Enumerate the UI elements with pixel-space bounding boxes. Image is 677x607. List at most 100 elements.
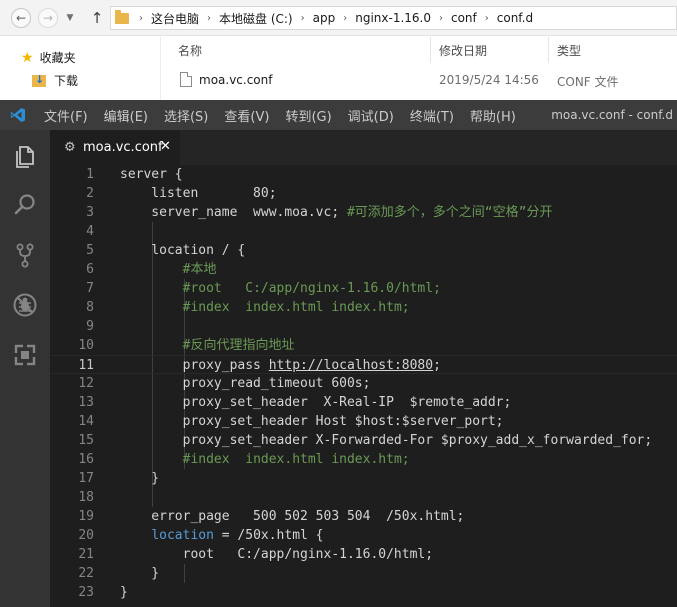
menu-debug[interactable]: 调试(D) bbox=[340, 106, 402, 125]
code-line[interactable]: 3 server_name www.moa.vc; #可添加多个，多个之间“空格… bbox=[50, 203, 677, 222]
explorer-navigation-bar: ← → ▼ ↑ › 这台电脑 › 本地磁盘 (C:) › app › nginx… bbox=[0, 0, 677, 36]
editor-tab-bar: ⚙ moa.vc.conf ✕ bbox=[50, 130, 677, 165]
folder-icon bbox=[115, 9, 129, 24]
star-icon: ★ bbox=[21, 49, 34, 66]
breadcrumb-chevron-icon[interactable]: › bbox=[201, 13, 217, 24]
code-line[interactable]: 16 #index index.html index.htm; bbox=[50, 450, 677, 469]
code-token: root C:/app/nginx-1.16.0/html; bbox=[120, 547, 434, 562]
column-header-name[interactable]: 名称 bbox=[161, 37, 431, 63]
code-line[interactable]: 15 proxy_set_header X-Forwarded-For $pro… bbox=[50, 431, 677, 450]
menu-go[interactable]: 转到(G) bbox=[277, 106, 339, 125]
code-line[interactable]: 1 server { bbox=[50, 165, 677, 184]
code-line[interactable]: 7 #root C:/app/nginx-1.16.0/html; bbox=[50, 279, 677, 298]
code-line[interactable]: 20 location = /50x.html { bbox=[50, 526, 677, 545]
line-number: 16 bbox=[78, 452, 94, 467]
code-line[interactable]: 12 proxy_read_timeout 600s; bbox=[50, 374, 677, 393]
menu-terminal[interactable]: 终端(T) bbox=[402, 106, 462, 125]
code-token: = /50x.html { bbox=[213, 528, 324, 543]
code-comment: #可添加多个，多个之间“空格”分开 bbox=[346, 205, 553, 220]
debug-no-bug-icon[interactable] bbox=[11, 291, 39, 319]
tab-label: moa.vc.conf bbox=[83, 140, 163, 155]
breadcrumb-nginx[interactable]: nginx-1.16.0 bbox=[353, 11, 433, 25]
code-token: location bbox=[151, 528, 214, 543]
sidebar-item-label: 收藏夹 bbox=[39, 51, 76, 65]
code-line[interactable]: 13 proxy_set_header X-Real-IP $remote_ad… bbox=[50, 393, 677, 412]
code-text: #root C:/app/nginx-1.16.0/html; bbox=[120, 279, 441, 298]
breadcrumb-conf[interactable]: conf bbox=[449, 11, 479, 25]
code-line[interactable]: 11 proxy_pass http://localhost:8080; bbox=[50, 355, 677, 374]
column-header-date[interactable]: 修改日期 bbox=[431, 37, 549, 63]
line-number: 20 bbox=[78, 528, 94, 543]
activity-bar bbox=[0, 130, 50, 607]
code-link[interactable]: http://localhost:8080 bbox=[269, 358, 433, 373]
code-line[interactable]: 22 } bbox=[50, 564, 677, 583]
line-number: 3 bbox=[86, 205, 94, 220]
code-text: server_name www.moa.vc; #可添加多个，多个之间“空格”分… bbox=[120, 203, 552, 222]
source-control-icon[interactable] bbox=[11, 241, 39, 269]
code-line[interactable]: 2 listen 80; bbox=[50, 184, 677, 203]
menu-help[interactable]: 帮助(H) bbox=[462, 106, 524, 125]
code-text: listen 80; bbox=[120, 184, 276, 203]
breadcrumb-conf-d[interactable]: conf.d bbox=[495, 11, 535, 25]
code-text: } bbox=[120, 469, 159, 488]
back-arrow-icon[interactable]: ← bbox=[11, 8, 31, 28]
code-text: error_page 500 502 503 504 /50x.html; bbox=[120, 507, 464, 526]
line-number: 22 bbox=[78, 566, 94, 581]
code-text: location / { bbox=[120, 241, 245, 260]
up-arrow-icon[interactable]: ↑ bbox=[88, 8, 106, 28]
downloads-folder-icon bbox=[32, 73, 46, 87]
code-line[interactable]: 6 #本地 bbox=[50, 260, 677, 279]
line-number: 8 bbox=[86, 300, 94, 315]
breadcrumb-chevron-icon[interactable]: › bbox=[295, 13, 311, 24]
menu-edit[interactable]: 编辑(E) bbox=[96, 106, 156, 125]
breadcrumb-local-disk[interactable]: 本地磁盘 (C:) bbox=[217, 10, 295, 27]
line-number: 6 bbox=[86, 262, 94, 277]
code-text: proxy_set_header Host $host:$server_port… bbox=[120, 412, 504, 431]
breadcrumb-this-pc[interactable]: 这台电脑 bbox=[149, 10, 201, 27]
code-token: proxy_pass bbox=[120, 358, 269, 373]
code-line[interactable]: 10 #反向代理指向地址 bbox=[50, 336, 677, 355]
tab-moa-vc-conf[interactable]: ⚙ moa.vc.conf ✕ bbox=[50, 130, 180, 165]
close-icon[interactable]: ✕ bbox=[160, 139, 171, 154]
forward-arrow-icon[interactable]: → bbox=[38, 8, 58, 28]
line-number: 7 bbox=[86, 281, 94, 296]
code-line[interactable]: 21 root C:/app/nginx-1.16.0/html; bbox=[50, 545, 677, 564]
code-line[interactable]: 8 #index index.html index.htm; bbox=[50, 298, 677, 317]
code-editor[interactable]: 1 server {2 listen 80; 3 server_name www.m… bbox=[50, 165, 677, 607]
code-token: server { bbox=[120, 167, 183, 182]
sidebar-item-favorites[interactable]: ★ 收藏夹 bbox=[21, 49, 76, 66]
code-line[interactable]: 18 bbox=[50, 488, 677, 507]
recent-locations-chevron-down-icon[interactable]: ▼ bbox=[63, 11, 77, 25]
code-line[interactable]: 5 location / { bbox=[50, 241, 677, 260]
code-line[interactable]: 9 bbox=[50, 317, 677, 336]
breadcrumb-chevron-icon[interactable]: › bbox=[337, 13, 353, 24]
gear-icon: ⚙ bbox=[64, 140, 76, 155]
line-number: 14 bbox=[78, 414, 94, 429]
extensions-icon[interactable] bbox=[11, 341, 39, 369]
code-line[interactable]: 17 } bbox=[50, 469, 677, 488]
menu-selection[interactable]: 选择(S) bbox=[156, 106, 216, 125]
column-header-type[interactable]: 类型 bbox=[549, 37, 677, 63]
sidebar-item-downloads[interactable]: 下载 bbox=[32, 72, 78, 89]
code-line[interactable]: 4 bbox=[50, 222, 677, 241]
code-line[interactable]: 23} bbox=[50, 583, 677, 602]
search-icon[interactable] bbox=[11, 191, 39, 219]
explorer-files-icon[interactable] bbox=[11, 142, 39, 170]
file-row[interactable]: moa.vc.conf 2019/5/24 14:56 CONF 文件 bbox=[161, 68, 677, 92]
line-number: 10 bbox=[78, 338, 94, 353]
code-text: #反向代理指向地址 bbox=[120, 336, 295, 355]
code-token: location / { bbox=[120, 243, 246, 258]
breadcrumb-chevron-icon[interactable]: › bbox=[479, 13, 495, 24]
code-line[interactable]: 19 error_page 500 502 503 504 /50x.html; bbox=[50, 507, 677, 526]
address-bar[interactable]: › 这台电脑 › 本地磁盘 (C:) › app › nginx-1.16.0 … bbox=[110, 6, 677, 30]
code-line[interactable]: 14 proxy_set_header Host $host:$server_p… bbox=[50, 412, 677, 431]
breadcrumb-chevron-icon[interactable]: › bbox=[433, 13, 449, 24]
code-comment: #index index.html index.htm; bbox=[182, 300, 410, 315]
vscode-title-bar: 文件(F) 编辑(E) 选择(S) 查看(V) 转到(G) 调试(D) 终端(T… bbox=[0, 100, 677, 130]
breadcrumb-app[interactable]: app bbox=[311, 11, 338, 25]
menu-file[interactable]: 文件(F) bbox=[36, 106, 96, 125]
menu-view[interactable]: 查看(V) bbox=[216, 106, 277, 125]
